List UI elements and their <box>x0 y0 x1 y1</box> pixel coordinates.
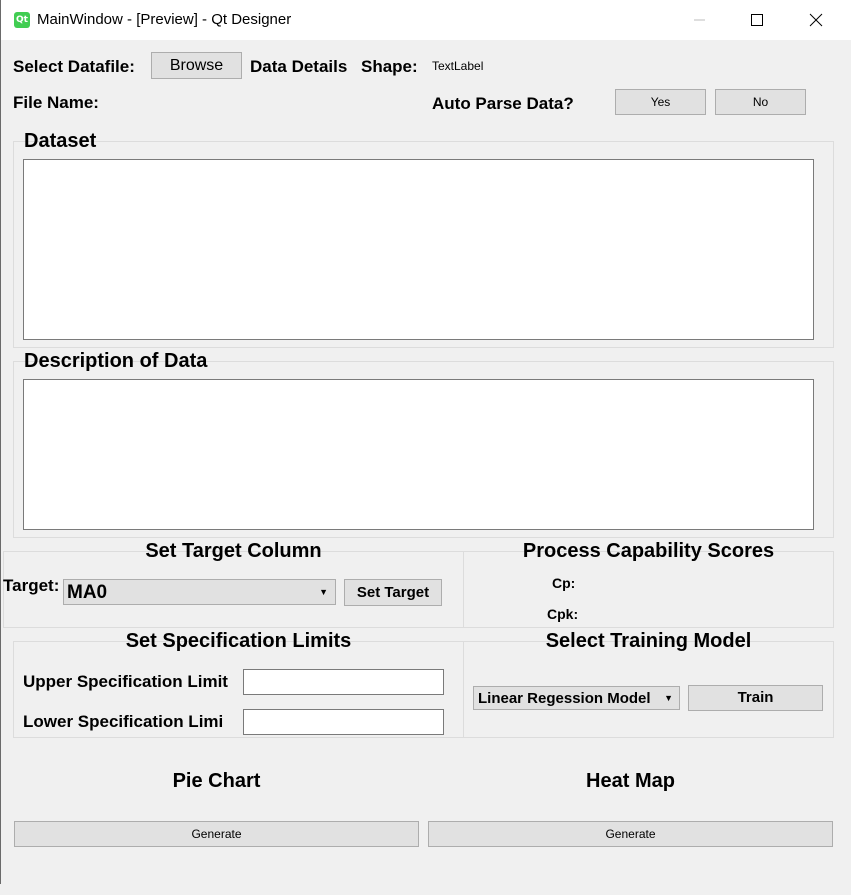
shape-value: TextLabel <box>432 59 484 73</box>
yes-button[interactable]: Yes <box>615 89 706 115</box>
qt-logo-icon: Qt <box>14 12 30 28</box>
target-label: Target: <box>3 576 60 595</box>
train-button[interactable]: Train <box>688 685 823 711</box>
lower-limit-label: Lower Specification Limi <box>23 712 224 731</box>
capability-group-title: Process Capability Scores <box>522 540 775 562</box>
heat-map-title: Heat Map <box>586 770 675 792</box>
pie-chart-title: Pie Chart <box>172 770 261 792</box>
description-title: Description of Data <box>24 350 208 372</box>
browse-button[interactable]: Browse <box>151 52 242 79</box>
description-textbox[interactable] <box>23 379 814 530</box>
chevron-down-icon: ▼ <box>319 587 328 597</box>
target-combobox[interactable]: MA0 ▼ <box>63 579 336 605</box>
pie-chart-generate-button[interactable]: Generate <box>14 821 419 847</box>
shape-label: Shape: <box>361 57 418 76</box>
heat-map-generate-button[interactable]: Generate <box>428 821 833 847</box>
cpk-label: Cpk: <box>547 606 579 622</box>
model-group-title: Select Training Model <box>545 630 752 652</box>
auto-parse-label: Auto Parse Data? <box>432 94 574 113</box>
spec-group-title: Set Specification Limits <box>125 630 352 652</box>
minimize-icon <box>694 19 705 21</box>
maximize-icon <box>751 14 763 26</box>
select-datafile-label: Select Datafile: <box>13 57 135 76</box>
data-details-label: Data Details <box>250 57 348 76</box>
window-border <box>0 0 1 895</box>
upper-limit-label: Upper Specification Limit <box>23 672 228 691</box>
target-group-title: Set Target Column <box>145 540 322 562</box>
model-combobox-value: Linear Regession Model <box>478 690 651 707</box>
chevron-down-icon: ▼ <box>664 693 673 703</box>
window-title: MainWindow - [Preview] - Qt Designer <box>37 11 292 28</box>
set-target-button[interactable]: Set Target <box>344 579 442 606</box>
model-combobox[interactable]: Linear Regession Model ▼ <box>473 686 680 710</box>
dataset-title: Dataset <box>24 130 97 152</box>
file-name-label: File Name: <box>13 93 99 112</box>
no-button[interactable]: No <box>715 89 806 115</box>
close-button[interactable] <box>787 0 845 40</box>
window-bottom-edge <box>0 884 851 895</box>
upper-limit-input[interactable] <box>243 669 444 695</box>
cp-label: Cp: <box>552 575 576 591</box>
target-combobox-value: MA0 <box>67 582 108 603</box>
lower-limit-input[interactable] <box>243 709 444 735</box>
minimize-button[interactable] <box>670 0 728 40</box>
dataset-table[interactable] <box>23 159 814 340</box>
maximize-button[interactable] <box>728 0 786 40</box>
close-icon <box>809 13 823 27</box>
